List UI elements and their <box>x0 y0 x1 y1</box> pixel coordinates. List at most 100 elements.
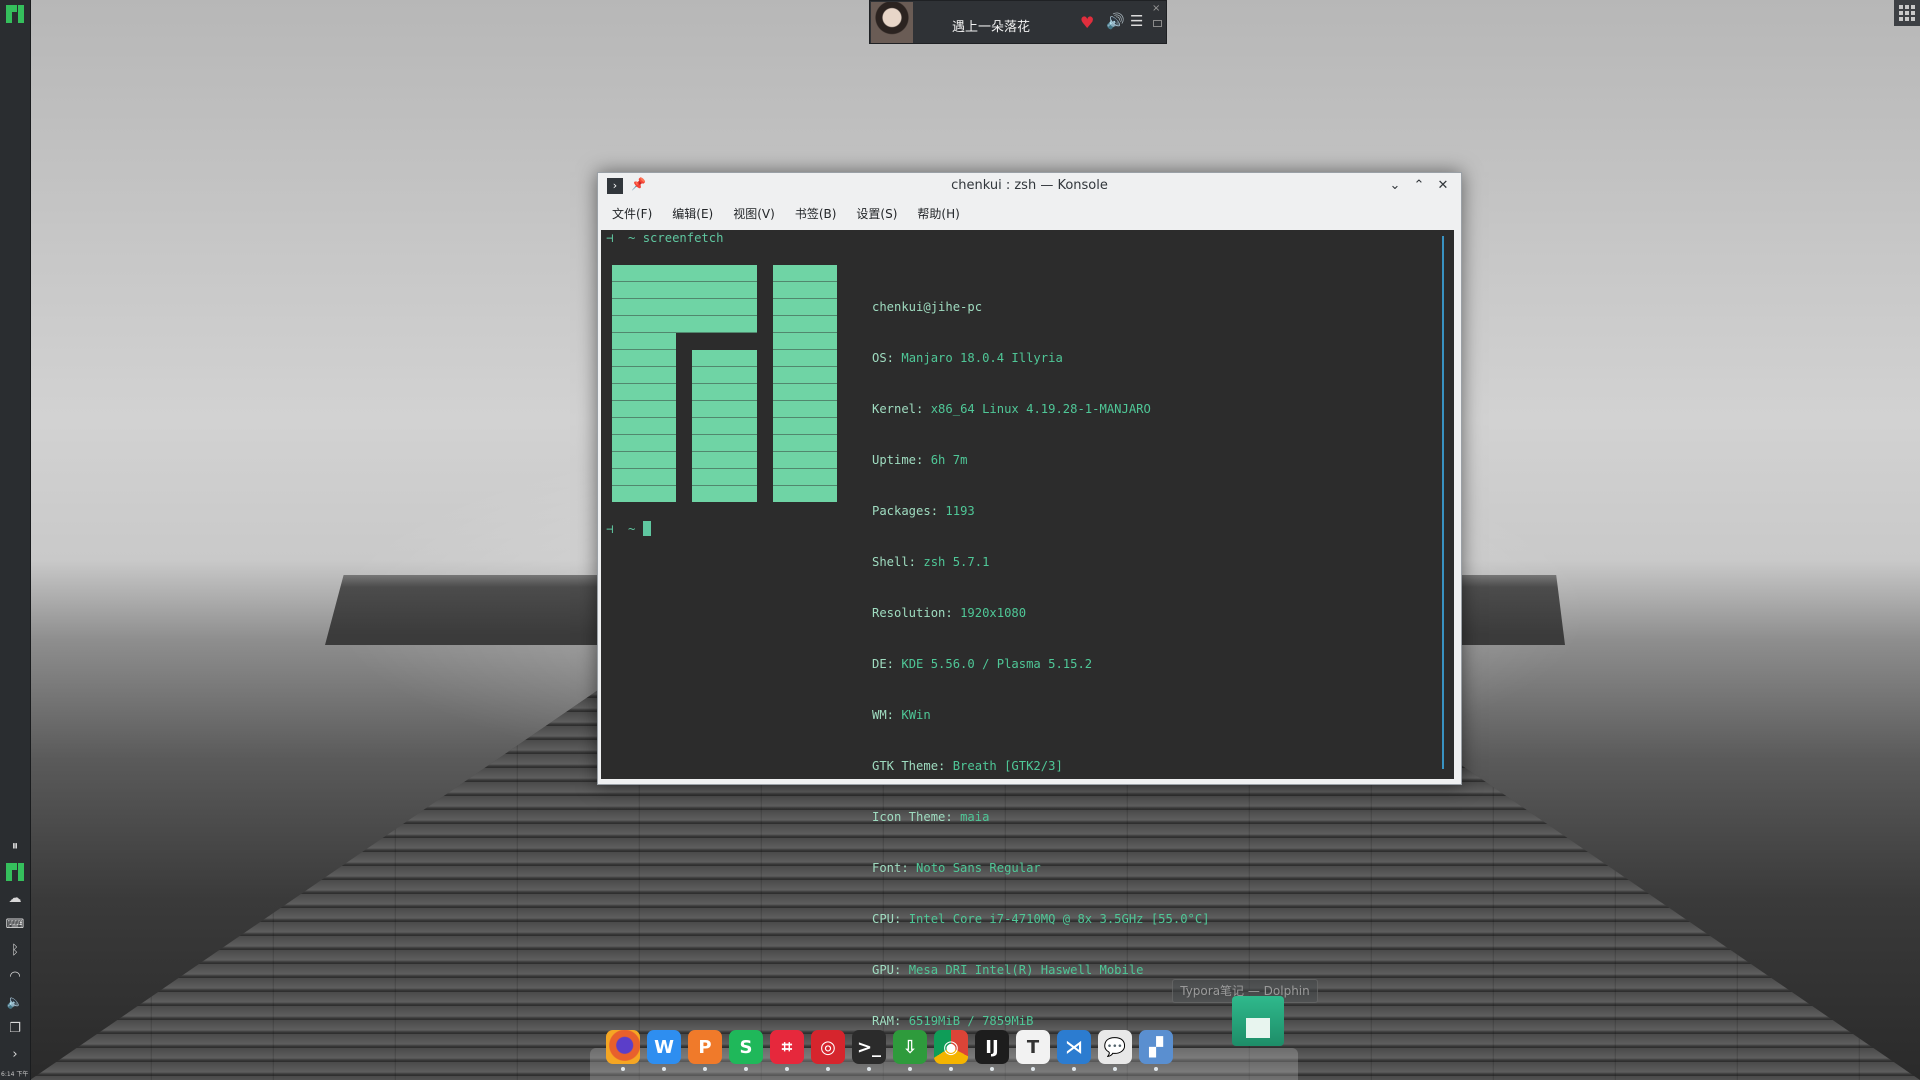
info-row: WM: KWin <box>872 708 931 722</box>
menu-help[interactable]: 帮助(H) <box>913 199 969 225</box>
image-editor-icon[interactable]: ▞ <box>1139 1030 1173 1071</box>
running-indicator <box>785 1067 789 1071</box>
screenshot-crop-glyph: ⌗ <box>781 1036 793 1058</box>
menu-settings[interactable]: 设置(S) <box>852 199 907 225</box>
chrome-icon[interactable]: ◉ <box>934 1030 968 1071</box>
window-title: chenkui : zsh — Konsole <box>951 178 1108 193</box>
wifi-icon[interactable]: ◠ <box>5 966 25 986</box>
close-icon[interactable]: × <box>1152 3 1160 14</box>
wechat-glyph: 💬 <box>1103 1036 1127 1058</box>
info-row: GPU: Mesa DRI Intel(R) Haswell Mobile <box>872 963 1144 977</box>
mini-mode-icon[interactable] <box>1153 20 1162 27</box>
menubar: 文件(F) 编辑(E) 视图(V) 书签(B) 设置(S) 帮助(H) <box>598 199 1461 225</box>
terminal-glyph: >_ <box>856 1036 882 1058</box>
info-row: Kernel: x86_64 Linux 4.19.28-1-MANJARO <box>872 402 1151 416</box>
info-row: Icon Theme: maia <box>872 810 990 824</box>
info-row: Packages: 1193 <box>872 504 975 518</box>
menu-file[interactable]: 文件(F) <box>608 199 662 225</box>
manjaro-settings-icon[interactable] <box>5 862 25 882</box>
firefox-icon[interactable] <box>606 1030 640 1071</box>
intellij-icon[interactable]: IJ <box>975 1030 1009 1071</box>
left-panel: ⏸ ☁ ⌨ ᛒ ◠ 🔈 ❐ › 6:14 下午 <box>0 0 31 1080</box>
minimize-button[interactable]: ⌄ <box>1386 177 1404 195</box>
running-indicator <box>703 1067 707 1071</box>
vscode-glyph: ⋊ <box>1065 1036 1083 1058</box>
wps-spreadsheet-icon[interactable]: S <box>729 1030 763 1071</box>
wps-presentation-icon[interactable]: P <box>688 1030 722 1071</box>
clock[interactable]: 6:14 下午 <box>1 1069 28 1078</box>
menu-view[interactable]: 视图(V) <box>729 199 785 225</box>
running-indicator <box>744 1067 748 1071</box>
info-row: Font: Noto Sans Regular <box>872 861 1041 875</box>
intellij-glyph: IJ <box>985 1036 999 1058</box>
wps-writer-glyph: W <box>654 1036 674 1058</box>
wallpaper-pier-right-side <box>1455 575 1565 645</box>
info-row: CPU: Intel Core i7-4710MQ @ 8x 3.5GHz [5… <box>872 912 1210 926</box>
netease-music-glyph: ◎ <box>820 1036 836 1058</box>
pause-icon[interactable]: ⏸ <box>5 836 25 856</box>
clipboard-icon[interactable]: ❐ <box>5 1018 25 1038</box>
keyboard-icon[interactable]: ⌨ <box>5 914 25 934</box>
menu-bookmarks[interactable]: 书签(B) <box>791 199 847 225</box>
info-row: Uptime: 6h 7m <box>872 453 968 467</box>
info-row: GTK Theme: Breath [GTK2/3] <box>872 759 1063 773</box>
system-info: chenkui@jihe-pc OS: Manjaro 18.0.4 Illyr… <box>872 265 1210 1064</box>
command-line: ⊣ ~ screenfetch <box>606 231 724 245</box>
running-indicator <box>1154 1067 1158 1071</box>
konsole-window: › 📌 chenkui : zsh — Konsole ⌄ ⌃ ✕ 文件(F) … <box>597 172 1462 1028</box>
info-row: Resolution: 1920x1080 <box>872 606 1027 620</box>
manjaro-ascii-logo <box>612 265 837 502</box>
download-manager-glyph: ⇩ <box>902 1036 918 1058</box>
prompt-line[interactable]: ⊣ ~ <box>606 521 651 538</box>
info-row: RAM: 6519MiB / 7859MiB <box>872 1014 1034 1028</box>
wechat-icon[interactable]: 💬 <box>1098 1030 1132 1071</box>
info-row: DE: KDE 5.56.0 / Plasma 5.15.2 <box>872 657 1093 671</box>
cursor <box>642 521 651 536</box>
bluetooth-icon[interactable]: ᛒ <box>5 940 25 960</box>
vscode-icon[interactable]: ⋊ <box>1057 1030 1091 1071</box>
manjaro-menu-icon[interactable] <box>5 4 25 24</box>
terminal-icon[interactable]: >_ <box>852 1030 886 1071</box>
info-row: OS: Manjaro 18.0.4 Illyria <box>872 351 1063 365</box>
terminal-view[interactable]: ⊣ ~ screenfetch chenkui@jihe-pc OS: Manj… <box>601 230 1454 1028</box>
chevron-right-icon[interactable]: › <box>5 1044 25 1064</box>
running-indicator <box>1113 1067 1117 1071</box>
heart-icon[interactable]: ♥ <box>1080 13 1094 32</box>
running-indicator <box>908 1067 912 1071</box>
dock: W P S ⌗ ◎ >_ ⇩ ◉ IJ T ⋊ 💬 ▞ <box>606 1030 1180 1074</box>
wps-writer-icon[interactable]: W <box>647 1030 681 1071</box>
typora-icon[interactable]: T <box>1016 1030 1050 1071</box>
volume-icon[interactable]: 🔊 <box>1106 12 1125 30</box>
wechat-tray-icon[interactable]: ☁ <box>5 888 25 908</box>
typora-glyph: T <box>1026 1036 1040 1058</box>
wps-presentation-glyph: P <box>698 1036 712 1058</box>
image-editor-glyph: ▞ <box>1149 1036 1163 1058</box>
info-row: Shell: zsh 5.7.1 <box>872 555 990 569</box>
album-art[interactable] <box>871 2 913 43</box>
running-indicator <box>1072 1067 1076 1071</box>
running-indicator <box>662 1067 666 1071</box>
close-button[interactable]: ✕ <box>1434 177 1452 195</box>
running-indicator <box>826 1067 830 1071</box>
netease-music-icon[interactable]: ◎ <box>811 1030 845 1071</box>
running-indicator <box>867 1067 871 1071</box>
screenshot-crop-icon[interactable]: ⌗ <box>770 1030 804 1071</box>
titlebar[interactable]: › 📌 chenkui : zsh — Konsole ⌄ ⌃ ✕ <box>598 173 1461 199</box>
volume-icon[interactable]: 🔈 <box>5 992 25 1012</box>
dolphin-folder-icon[interactable] <box>1232 996 1284 1046</box>
user-host: chenkui@jihe-pc <box>872 300 983 314</box>
chrome-glyph: ◉ <box>943 1036 959 1058</box>
wps-spreadsheet-glyph: S <box>739 1036 753 1058</box>
song-title: 遇上一朵落花 <box>952 20 1031 35</box>
menu-edit[interactable]: 编辑(E) <box>668 199 723 225</box>
download-manager-icon[interactable]: ⇩ <box>893 1030 927 1071</box>
running-indicator <box>621 1067 625 1071</box>
scrollbar[interactable] <box>1442 236 1444 769</box>
running-indicator <box>1031 1067 1035 1071</box>
playlist-icon[interactable]: ☰ <box>1130 12 1143 30</box>
running-indicator <box>949 1067 953 1071</box>
maximize-button[interactable]: ⌃ <box>1410 177 1428 195</box>
app-grid-icon[interactable] <box>1894 0 1920 26</box>
running-indicator <box>990 1067 994 1071</box>
wallpaper-pier-left-side <box>325 575 635 645</box>
